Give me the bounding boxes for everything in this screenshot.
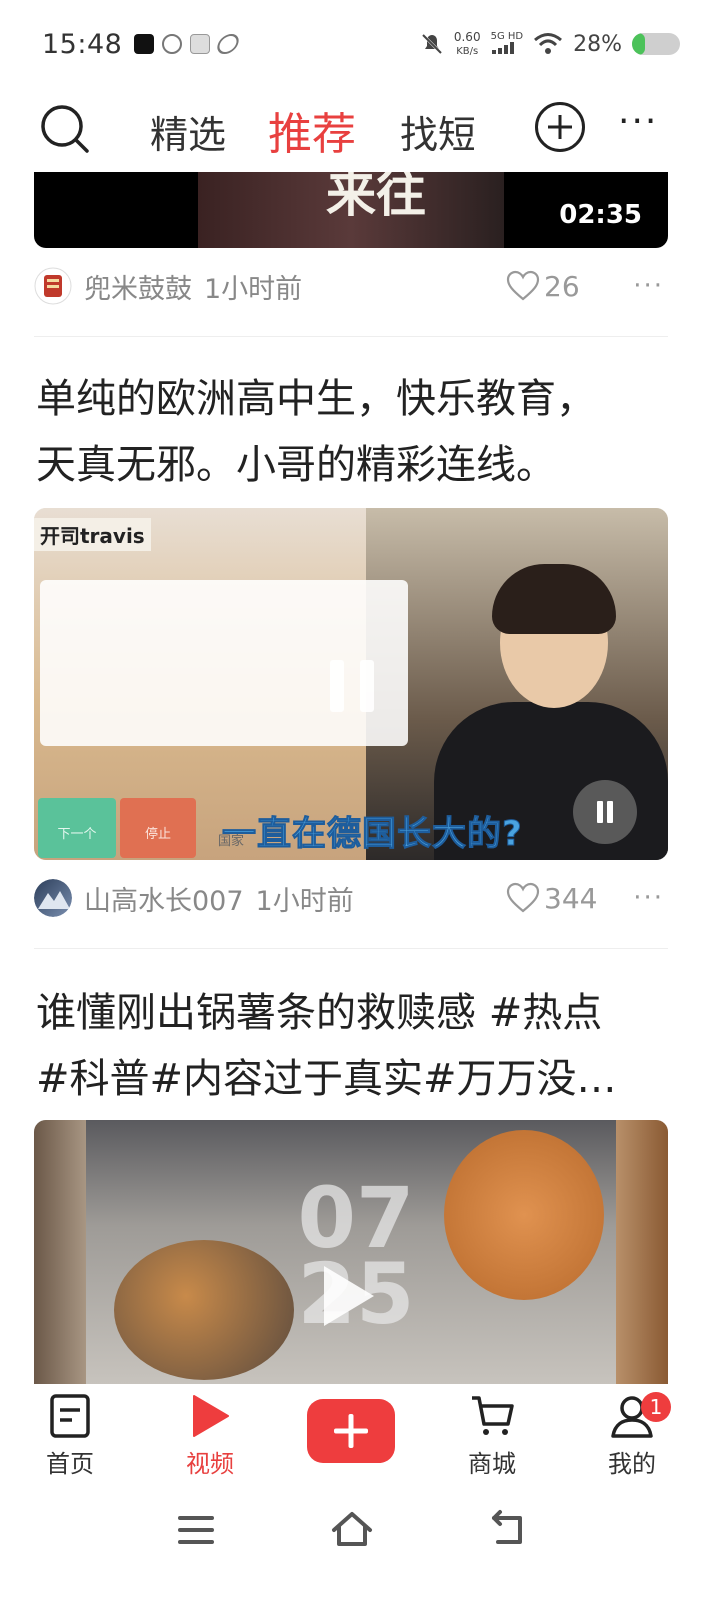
video-duration: 02:35 — [559, 200, 642, 230]
post-time: 1小时前 — [255, 885, 354, 917]
system-nav-bar — [0, 1484, 720, 1608]
tab-label: 视频 — [186, 1450, 234, 1478]
tiktok-icon — [134, 34, 155, 54]
tab-video[interactable]: 视频 — [160, 1394, 260, 1479]
signal-icon: 5G HD — [490, 30, 524, 57]
pause-overlay-icon[interactable] — [330, 660, 374, 712]
home-icon[interactable] — [330, 1508, 374, 1552]
heart-icon — [506, 270, 540, 301]
cat-figure — [444, 1130, 604, 1300]
like-count: 344 — [544, 881, 598, 915]
video-title-2[interactable]: 单纯的欧洲高中生，快乐教育， 天真无邪。小哥的精彩连线。 — [36, 366, 676, 498]
video-meta-2: 山高水长007 1小时前 344 ··· — [34, 878, 668, 918]
like-count: 26 — [544, 269, 580, 303]
blur-edge-left — [34, 1120, 86, 1384]
back-icon[interactable] — [486, 1508, 530, 1552]
tab-label: 我的 — [608, 1450, 656, 1478]
author-name[interactable]: 山高水长007 — [84, 879, 244, 918]
cart-icon — [472, 1396, 514, 1435]
video-card-1[interactable]: 来往 02:35 — [34, 172, 668, 248]
link-icon — [214, 34, 242, 54]
tab-featured[interactable]: 精选 — [150, 104, 226, 159]
app-a-icon — [162, 34, 183, 54]
divider — [34, 948, 668, 949]
avatar[interactable] — [34, 267, 72, 305]
avatar[interactable] — [34, 879, 72, 917]
mute-bell-icon — [421, 33, 442, 55]
video-title-3[interactable]: 谁懂刚出锅薯条的救赎感 #热点 #科普#内容过于真实#万万没… — [36, 980, 676, 1112]
heart-icon — [506, 882, 540, 913]
channel-watermark: 开司travis — [34, 518, 151, 551]
thumbnail-text: 来往 — [326, 172, 426, 223]
search-icon[interactable] — [38, 102, 90, 154]
author-name[interactable]: 兜米鼓鼓 — [84, 267, 192, 306]
net-speed-value: 0.60 — [453, 29, 481, 44]
status-bar: 15:48 0.60 KB/s 5G HD 28% — [0, 0, 720, 88]
wifi-icon — [534, 33, 563, 54]
add-circle-icon[interactable] — [535, 102, 585, 152]
title-line: #科普#内容过于真实#万万没… — [36, 1056, 617, 1102]
cat-figure — [114, 1240, 294, 1380]
battery-percent: 28% — [573, 31, 622, 57]
battery-icon — [632, 33, 680, 55]
post-time: 1小时前 — [204, 273, 303, 305]
title-line: 单纯的欧洲高中生，快乐教育， — [36, 376, 596, 422]
tab-label: 商城 — [468, 1450, 516, 1478]
bottom-tab-bar: 首页 视频 商城 我的 — [0, 1384, 720, 1484]
notification-icons — [134, 34, 242, 54]
play-icon[interactable] — [324, 1266, 374, 1326]
tab-find-short[interactable]: 找短 — [400, 104, 474, 159]
network-type: 5G HD — [490, 30, 524, 42]
divider — [34, 336, 668, 337]
title-line: 谁懂刚出锅薯条的救赎感 #热点 — [36, 990, 603, 1036]
net-speed: 0.60 KB/s — [453, 29, 481, 58]
next-button-in-video: 下一个 — [38, 798, 116, 858]
top-nav: 精选 推荐 找短 ··· — [0, 92, 720, 168]
title-line: 天真无邪。小哥的精彩连线。 — [36, 442, 556, 488]
menu-icon[interactable] — [174, 1508, 218, 1552]
more-icon[interactable]: ··· — [618, 104, 658, 140]
notification-badge: 1 — [641, 1392, 671, 1422]
net-speed-unit: KB/s — [456, 45, 479, 57]
tab-recommended[interactable]: 推荐 — [268, 98, 356, 162]
publish-plus-button[interactable] — [307, 1399, 395, 1463]
stop-button-in-video: 停止 — [120, 798, 196, 858]
status-time: 15:48 — [42, 28, 123, 60]
blur-edge-right — [616, 1120, 668, 1384]
more-options-icon[interactable]: ··· — [633, 883, 664, 913]
home-doc-icon — [50, 1394, 90, 1438]
tab-home[interactable]: 首页 — [20, 1394, 120, 1479]
like-button[interactable]: 344 — [506, 882, 597, 915]
tab-label: 首页 — [46, 1450, 94, 1478]
tab-mall[interactable]: 商城 — [442, 1394, 542, 1479]
toutiao-icon — [190, 34, 211, 54]
video-subtitle: 一直在德国长大的? — [222, 814, 523, 855]
video-card-3[interactable]: 07 25 — [34, 1120, 668, 1384]
video-play-icon — [193, 1395, 229, 1437]
like-button[interactable]: 26 — [506, 270, 580, 303]
more-options-icon[interactable]: ··· — [633, 271, 664, 301]
pause-button[interactable] — [573, 780, 637, 844]
video-meta-1: 兜米鼓鼓 1小时前 26 ··· — [34, 266, 668, 306]
video-player-2[interactable]: 开司travis 下一个 停止 国家 一直在德国长大的? — [34, 508, 668, 860]
